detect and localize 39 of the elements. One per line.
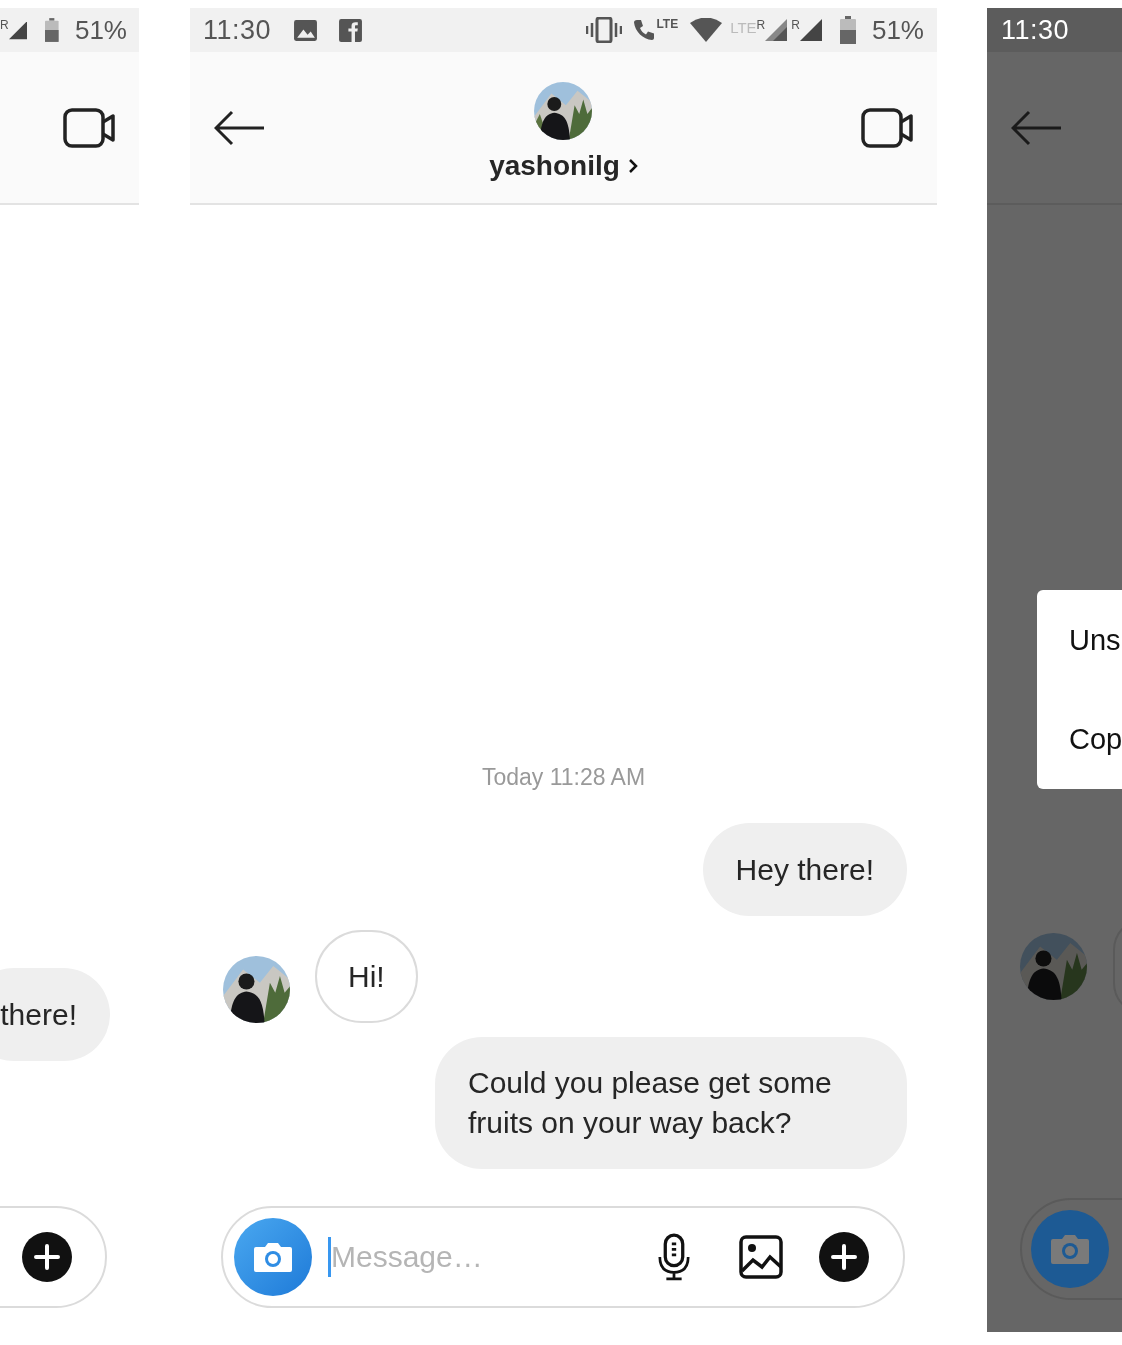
- plus-button[interactable]: [819, 1232, 869, 1282]
- message-bubble: Hey there!: [702, 823, 907, 916]
- video-call-icon[interactable]: [861, 107, 913, 148]
- gallery-icon[interactable]: [739, 1235, 783, 1279]
- status-time: 11:30: [1001, 14, 1070, 46]
- message-bubble: Hi!: [315, 930, 418, 1023]
- menu-item[interactable]: Cop: [1037, 689, 1122, 789]
- message-input[interactable]: Message…: [331, 1240, 657, 1274]
- signal-icon: [799, 19, 822, 41]
- battery-icon: [839, 16, 856, 44]
- app-logo-icon: [338, 17, 364, 43]
- menu-item[interactable]: Uns: [1037, 590, 1122, 690]
- roaming-label: R: [756, 18, 766, 32]
- back-arrow-icon[interactable]: [214, 109, 266, 146]
- signal-icon: [765, 19, 788, 41]
- wifi-icon: [690, 18, 723, 42]
- lte-label: LTE: [656, 17, 679, 31]
- plus-button[interactable]: [22, 1232, 72, 1282]
- image-icon: [293, 17, 319, 43]
- signal-icon: [8, 19, 28, 41]
- chevron-right-icon[interactable]: [627, 157, 638, 174]
- camera-icon: [253, 1241, 293, 1273]
- camera-icon: [1050, 1233, 1090, 1265]
- message-bubble: Could you please get some fruits on your way back?: [435, 1037, 907, 1169]
- message-timestamp: Today 11:28 AM: [480, 764, 647, 791]
- battery-percentage: 51%: [871, 14, 924, 46]
- status-time: 11:30: [203, 14, 272, 46]
- vibrate-icon: [586, 17, 623, 43]
- microphone-icon[interactable]: [657, 1233, 691, 1281]
- roaming-label: R: [791, 18, 800, 32]
- message-bubble: there!: [0, 968, 110, 1061]
- lte-label: LTE: [730, 18, 757, 36]
- username[interactable]: yashonilg: [489, 149, 620, 182]
- camera-button[interactable]: [234, 1218, 312, 1296]
- battery-percentage: 51%: [74, 14, 127, 46]
- battery-icon: [45, 16, 59, 44]
- roaming-label: R: [0, 18, 9, 32]
- video-call-icon[interactable]: [63, 107, 115, 148]
- phone-icon: [632, 18, 657, 42]
